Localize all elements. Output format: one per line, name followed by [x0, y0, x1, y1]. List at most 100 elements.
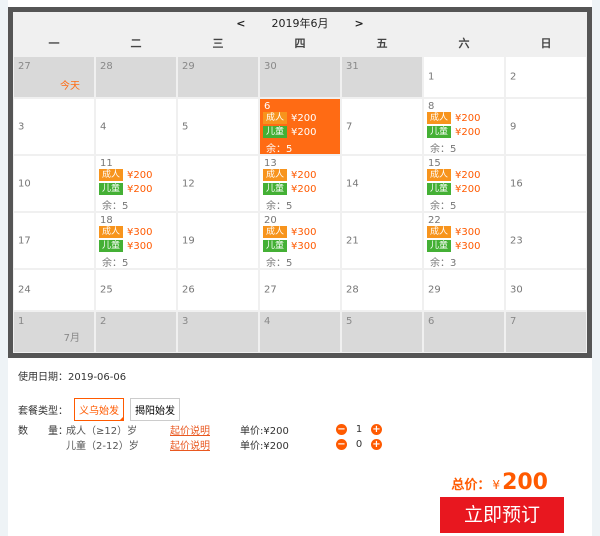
day-number: 17: [18, 235, 31, 246]
calendar-day-cell[interactable]: 27 今天: [14, 57, 94, 97]
adult-plus-button[interactable]: +: [371, 424, 382, 435]
remaining-label: 余：: [102, 201, 122, 212]
calendar-day-cell[interactable]: 19: [178, 213, 258, 268]
calendar-day-cell[interactable]: 25: [96, 270, 176, 310]
adult-tag: 成人: [263, 226, 288, 238]
child-plus-button[interactable]: +: [371, 439, 382, 450]
calendar-day-cell[interactable]: 31: [342, 57, 422, 97]
calendar-day-cell[interactable]: 7: [506, 312, 586, 352]
weekday-label: 三: [212, 37, 224, 50]
weekday-header: 一二三四五六日: [13, 34, 587, 54]
adult-minus-button[interactable]: −: [336, 424, 347, 435]
calendar-day-cell[interactable]: 8 成人 ¥200 儿童 ¥200 余：5: [424, 99, 504, 155]
child-price-line: 儿童 ¥300: [263, 240, 316, 252]
calendar-day-cell[interactable]: 21: [342, 213, 422, 268]
calendar-day-cell[interactable]: 30: [260, 57, 340, 97]
package-label: 套餐类型：: [18, 406, 68, 417]
adult-price-line: 成人 ¥200: [263, 169, 316, 181]
child-tag: 儿童: [263, 126, 288, 138]
child-price: ¥200: [455, 183, 481, 195]
adult-quantity-value[interactable]: 1: [347, 424, 371, 435]
calendar-inner: < 2019年6月 > 一二三四五六日 27 今天 28 29 30 31 1 2 3 4 5 6 成人…: [13, 12, 587, 353]
child-tag: 儿童: [427, 183, 452, 195]
calendar-day-cell[interactable]: 16: [506, 156, 586, 211]
calendar-day-cell[interactable]: 12: [178, 156, 258, 211]
package-option-yiwu[interactable]: 义乌始发: [74, 398, 124, 421]
day-number: 1: [428, 71, 435, 83]
calendar-week-row: 10 11 成人 ¥200 儿童 ¥200 余：5 12 13 成人 ¥200 儿童 ¥200 余：5 14…: [13, 155, 587, 212]
child-tag: 儿童: [263, 183, 288, 195]
day-number: 7: [510, 316, 517, 327]
calendar-day-cell[interactable]: 2: [96, 312, 176, 352]
calendar-day-cell[interactable]: 5: [342, 312, 422, 352]
day-number: 27: [264, 284, 277, 296]
calendar-day-cell[interactable]: 7: [342, 99, 422, 154]
calendar-day-cell[interactable]: 4: [96, 99, 176, 154]
calendar-day-cell[interactable]: 24: [14, 270, 94, 310]
child-price-line: 儿童 ¥200: [427, 183, 480, 195]
day-number: 16: [510, 178, 523, 189]
calendar-day-cell[interactable]: 3: [178, 312, 258, 352]
next-month-button[interactable]: >: [351, 17, 368, 30]
adult-price-line: 成人 ¥200: [263, 112, 316, 124]
child-quantity-value[interactable]: 0: [347, 439, 371, 450]
child-price-line: 儿童 ¥200: [263, 183, 316, 195]
child-price-explain-link[interactable]: 起价说明: [170, 437, 210, 452]
calendar-day-cell[interactable]: 2: [506, 57, 586, 97]
adult-tag: 成人: [427, 169, 452, 181]
prev-month-button[interactable]: <: [232, 17, 249, 30]
day-number: 5: [182, 121, 189, 132]
child-price-line: 儿童 ¥300: [427, 240, 480, 252]
calendar-day-cell[interactable]: 1: [424, 57, 504, 97]
calendar-day-cell[interactable]: 20 成人 ¥300 儿童 ¥300 余：5: [260, 213, 340, 269]
calendar-day-cell[interactable]: 18 成人 ¥300 儿童 ¥300 余：5: [96, 213, 176, 269]
child-price: ¥200: [127, 183, 153, 195]
day-number: 7: [346, 121, 353, 132]
day-number: 6: [264, 101, 271, 112]
calendar-day-cell[interactable]: 4: [260, 312, 340, 352]
adult-price-explain-link[interactable]: 起价说明: [170, 422, 210, 437]
calendar-day-cell[interactable]: 29: [178, 57, 258, 97]
calendar-day-cell[interactable]: 5: [178, 99, 258, 154]
remaining-count: 余：3: [430, 254, 456, 269]
calendar-day-cell[interactable]: 17: [14, 213, 94, 268]
remaining-value: 5: [450, 201, 457, 212]
calendar-day-cell[interactable]: 26: [178, 270, 258, 310]
day-number: 21: [346, 235, 359, 246]
calendar-day-cell[interactable]: 11 成人 ¥200 儿童 ¥200 余：5: [96, 156, 176, 212]
adult-tag: 成人: [427, 226, 452, 238]
calendar-day-cell[interactable]: 30: [506, 270, 586, 310]
child-minus-button[interactable]: −: [336, 439, 347, 450]
child-tag: 儿童: [427, 240, 452, 252]
child-unit-price: 单价:¥200: [240, 441, 289, 452]
calendar-day-cell[interactable]: 3: [14, 99, 94, 154]
calendar-day-cell[interactable]: 15 成人 ¥200 儿童 ¥200 余：5: [424, 156, 504, 212]
calendar-day-cell[interactable]: 28: [342, 270, 422, 310]
adult-price: ¥200: [127, 169, 153, 181]
calendar-day-cell[interactable]: 23: [506, 213, 586, 268]
calendar-day-cell[interactable]: 6 成人 ¥200 儿童 ¥200 余：5: [260, 99, 340, 155]
calendar-day-cell[interactable]: 13 成人 ¥200 儿童 ¥200 余：5: [260, 156, 340, 212]
day-number: 23: [510, 235, 523, 246]
child-price-line: 儿童 ¥200: [99, 183, 152, 195]
calendar-day-cell[interactable]: 9: [506, 99, 586, 154]
book-now-button[interactable]: 立即预订: [440, 497, 564, 533]
calendar-day-cell[interactable]: 29: [424, 270, 504, 310]
day-number: 3: [18, 121, 25, 132]
remaining-label: 余：: [430, 258, 450, 269]
use-date: 使用日期：2019-06-06: [18, 368, 126, 383]
calendar-day-cell[interactable]: 14: [342, 156, 422, 211]
calendar-day-cell[interactable]: 10: [14, 156, 94, 211]
calendar-day-cell[interactable]: 1 7月: [14, 312, 94, 352]
adult-price: ¥300: [455, 226, 481, 238]
calendar-day-cell[interactable]: 27: [260, 270, 340, 310]
adult-tag: 成人: [263, 112, 288, 124]
calendar-day-cell[interactable]: 22 成人 ¥300 儿童 ¥300 余：3: [424, 213, 504, 269]
calendar-day-cell[interactable]: 6: [424, 312, 504, 352]
adult-price-line: 成人 ¥200: [99, 169, 152, 181]
day-number: 8: [428, 101, 435, 112]
package-option-jieyang[interactable]: 揭阳始发: [130, 398, 180, 421]
remaining-label: 余：: [266, 201, 286, 212]
day-number: 27: [18, 61, 31, 72]
calendar-day-cell[interactable]: 28: [96, 57, 176, 97]
